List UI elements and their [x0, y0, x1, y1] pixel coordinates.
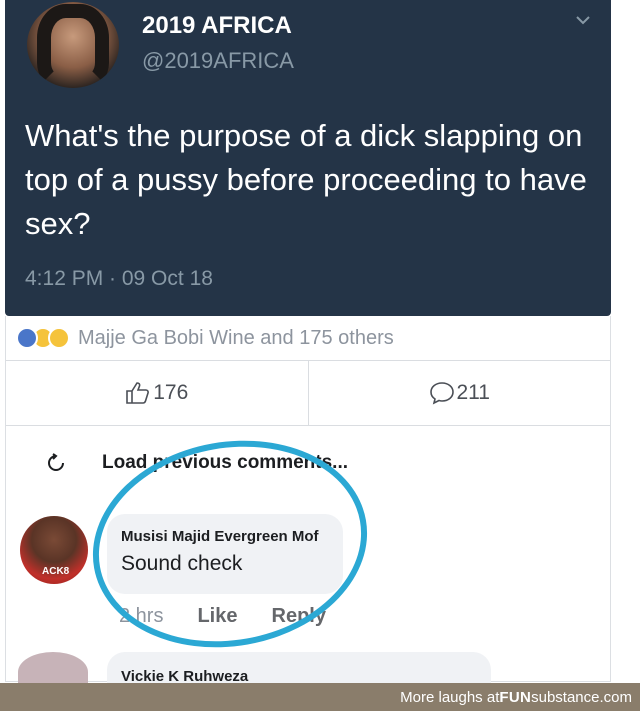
reactions-bar[interactable]: Majje Ga Bobi Wine and 175 others [16, 324, 394, 352]
watermark-footer: More laughs at FUN substance.com [0, 683, 640, 711]
like-reaction-icon [16, 327, 38, 349]
reactions-text[interactable]: Majje Ga Bobi Wine and 175 others [78, 327, 394, 350]
right-margin [611, 0, 640, 683]
post-actions: 176 211 [6, 360, 610, 426]
thumbs-up-icon [126, 382, 150, 404]
comment-button[interactable]: 211 [307, 361, 611, 425]
like-count: 176 [153, 381, 189, 404]
comment-avatar[interactable]: ACK8 [20, 516, 88, 584]
tweet-card: 2019 AFRICA @2019AFRICA What's the purpo… [5, 0, 611, 316]
wow-reaction-icon [48, 327, 70, 349]
avatar-text: ACK8 [42, 566, 70, 577]
refresh-icon [48, 453, 64, 471]
comment-icon [429, 382, 454, 405]
footer-brand-bold: FUN [499, 688, 532, 706]
comment-count: 211 [456, 381, 490, 404]
like-button[interactable]: 176 [6, 361, 308, 425]
facebook-post-footer: Majje Ga Bobi Wine and 175 others 176 21… [5, 316, 611, 692]
tweet-display-name[interactable]: 2019 AFRICA [142, 12, 292, 40]
tweet-timestamp: 4:12 PM · 09 Oct 18 [25, 267, 213, 290]
tweet-text: What's the purpose of a dick slapping on… [25, 118, 587, 241]
footer-prefix: More laughs at [400, 688, 500, 706]
tweet-handle[interactable]: @2019AFRICA [142, 48, 294, 74]
footer-brand-rest: substance.com [531, 688, 632, 706]
chevron-down-icon[interactable] [573, 10, 593, 30]
tweet-avatar[interactable] [27, 2, 119, 88]
